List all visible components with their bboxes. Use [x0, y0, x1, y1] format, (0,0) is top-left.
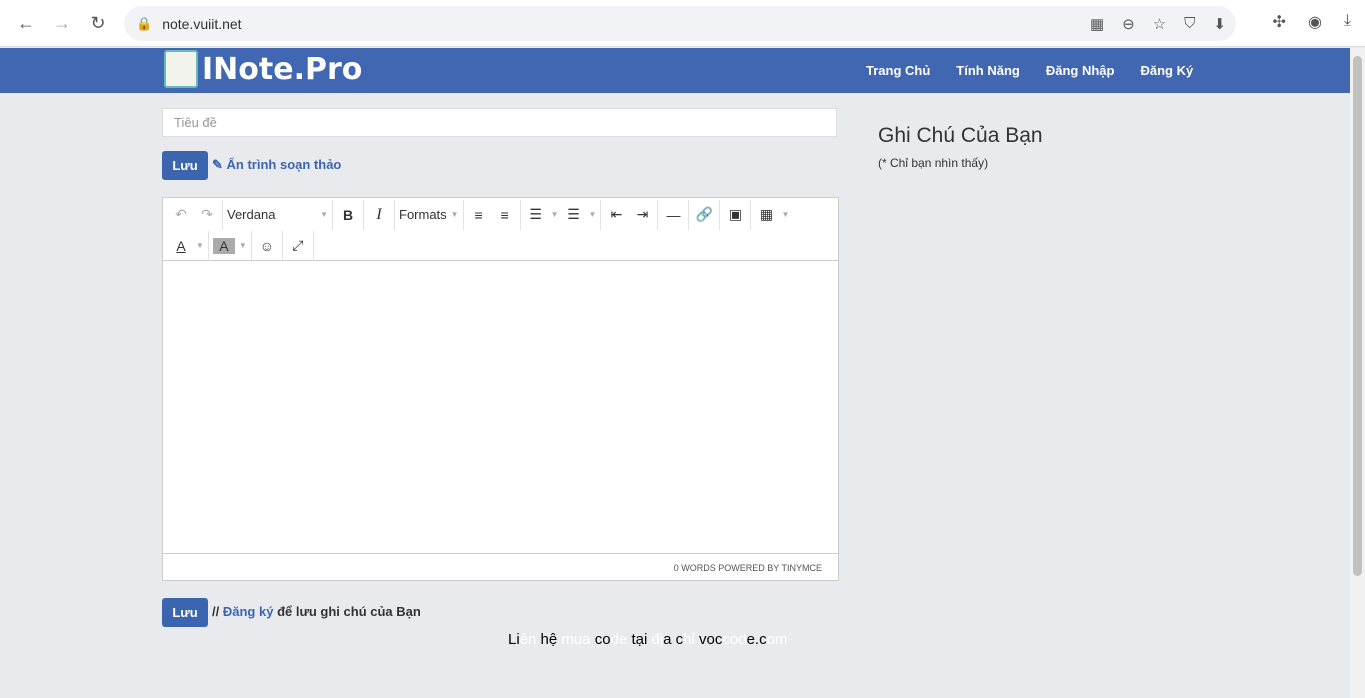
footer-segment: Li	[508, 631, 520, 648]
star-icon[interactable]: ☆	[1153, 15, 1166, 33]
numbered-list-icon[interactable]: ☰	[563, 206, 585, 223]
reload-icon[interactable]: ↻	[80, 13, 116, 34]
background-color-icon[interactable]: A	[212, 237, 235, 254]
fullscreen-icon[interactable]: ⤢	[287, 237, 309, 254]
register-hint: để lưu ghi chú của Bạn	[277, 604, 421, 619]
font-select[interactable]: Verdana	[227, 207, 275, 222]
lock-icon: 🔒	[136, 15, 153, 31]
download-icon[interactable]: ⤓	[1344, 12, 1351, 32]
site-navbar: INote.Pro Trang Chủ Tính Năng Đăng Nhập …	[0, 48, 1350, 93]
footer-segment: e.c	[746, 631, 767, 648]
undo-icon[interactable]: ↶	[170, 206, 192, 223]
bullet-list-icon[interactable]: ☰	[525, 206, 547, 223]
align-left-icon[interactable]: ≡	[468, 207, 490, 223]
back-icon[interactable]: ←	[8, 13, 44, 34]
edit-icon: ✎	[212, 157, 223, 172]
hide-editor-label: Ẩn trình soạn thảo	[226, 157, 342, 172]
footer-segment: mua	[561, 631, 595, 648]
title-input[interactable]: Tiêu đề	[162, 108, 837, 137]
notepad-icon	[164, 50, 198, 88]
nav-home[interactable]: Trang Chủ	[866, 63, 930, 78]
italic-icon[interactable]: I	[368, 206, 390, 224]
nav-login[interactable]: Đăng Nhập	[1046, 63, 1115, 78]
footer-segment: a c	[663, 631, 684, 648]
indent-icon[interactable]: ⇥	[631, 206, 653, 223]
link-icon[interactable]: 🔗	[693, 206, 715, 223]
logo[interactable]: INote.Pro	[164, 50, 362, 88]
nav-features[interactable]: Tính Năng	[956, 63, 1020, 78]
bold-icon[interactable]: B	[337, 207, 359, 223]
emoticon-icon[interactable]: ☺	[256, 238, 278, 254]
logo-text: INote.Pro	[202, 51, 363, 87]
separator: //	[212, 604, 220, 619]
caret-icon[interactable]: ▼	[551, 210, 559, 219]
footer-segment: voc	[699, 631, 723, 648]
editor-toolbar: ↶ ↷ Verdana ▼ B I Formats ▼ ≡ ≡ ☰ ▼ ☰ ▼ ⇤ ⇥ — 🔗 …	[163, 198, 838, 261]
caret-icon[interactable]: ▼	[589, 210, 597, 219]
scrollbar-thumb[interactable]	[1353, 56, 1362, 576]
notes-heading: Ghi Chú Của Bạn	[878, 124, 1043, 147]
image-icon[interactable]: ▣	[724, 206, 746, 223]
download-ext-icon[interactable]: ⬇	[1213, 15, 1226, 33]
footer-segment: co	[594, 631, 611, 648]
url-text: note.vuiit.net	[162, 15, 242, 32]
caret-icon[interactable]: ▼	[781, 210, 789, 219]
footer-segment: đị	[651, 631, 664, 648]
rich-text-editor: ↶ ↷ Verdana ▼ B I Formats ▼ ≡ ≡ ☰ ▼ ☰ ▼ ⇤ ⇥ — 🔗 …	[162, 197, 839, 581]
register-link[interactable]: Đăng ký	[223, 604, 274, 619]
redo-icon[interactable]: ↷	[196, 206, 218, 223]
caret-icon[interactable]: ▼	[196, 241, 204, 250]
caret-icon: ▼	[320, 210, 328, 219]
footer-contact: Liên hệ mua code tại địa chỉ voccode.com	[508, 631, 787, 648]
extensions-icon[interactable]: ✣	[1273, 12, 1286, 32]
nav-register[interactable]: Đăng Ký	[1140, 63, 1193, 78]
notes-sidebar: Ghi Chú Của Bạn (* Chỉ bạn nhìn thấy)	[878, 124, 1043, 170]
formats-select[interactable]: Formats	[399, 207, 447, 222]
profile-icon[interactable]: ◉	[1308, 12, 1322, 32]
caret-icon[interactable]: ▼	[239, 241, 247, 250]
qr-icon[interactable]: ▦	[1090, 15, 1104, 33]
notes-privacy: (* Chỉ bạn nhìn thấy)	[878, 156, 989, 170]
hide-editor-link[interactable]: ✎ Ẩn trình soạn thảo	[212, 157, 341, 173]
address-bar[interactable]: 🔒 note.vuiit.net ▦ ⊖ ☆ ⛉ ⬇	[124, 6, 1236, 41]
footer-segment: cod	[722, 631, 747, 648]
text-color-icon[interactable]: A	[170, 238, 192, 254]
footer-segment: hỉ	[683, 631, 700, 648]
editor-statusbar: 0 WORDS POWERED BY TINYMCE	[163, 553, 838, 580]
table-icon[interactable]: ▦	[755, 206, 777, 223]
footer-segment: ên	[519, 631, 541, 648]
zoom-icon[interactable]: ⊖	[1122, 15, 1135, 33]
outdent-icon[interactable]: ⇤	[605, 206, 627, 223]
editor-content-area[interactable]	[163, 261, 838, 553]
footer-segment: de	[610, 631, 632, 648]
forward-icon[interactable]: →	[44, 13, 80, 34]
footer-segment: hệ	[540, 631, 562, 648]
caret-icon: ▼	[450, 210, 459, 219]
shield-icon[interactable]: ⛉	[1184, 15, 1195, 33]
bottom-save-button[interactable]: Lưu	[162, 598, 208, 627]
align-center-icon[interactable]: ≡	[494, 207, 516, 223]
horizontal-rule-icon[interactable]: —	[662, 207, 684, 223]
footer-segment: om	[766, 631, 788, 648]
footer-segment: tại	[631, 631, 652, 648]
save-button[interactable]: Lưu	[162, 151, 208, 180]
